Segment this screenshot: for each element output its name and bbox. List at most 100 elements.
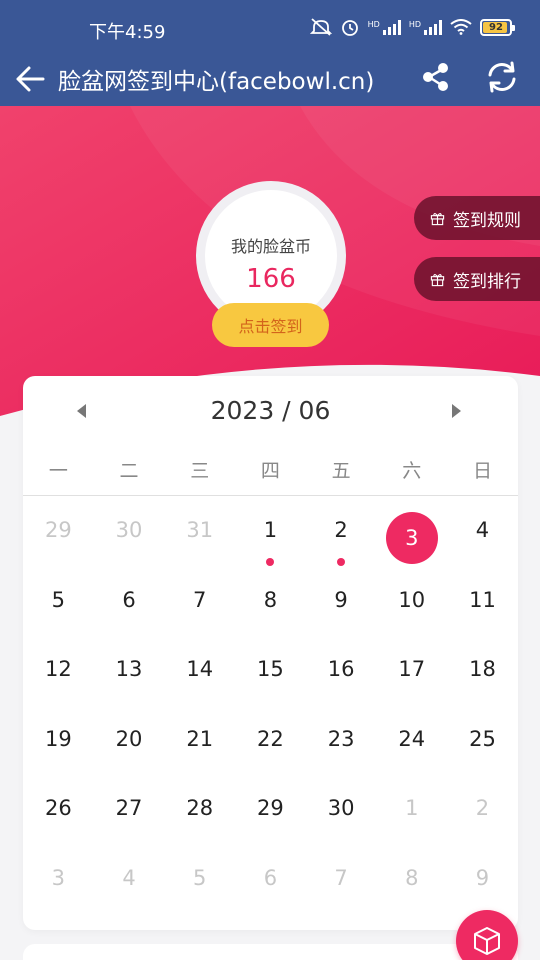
gift-icon	[430, 273, 445, 286]
weekday-label: 四	[260, 460, 280, 482]
calendar-day[interactable]: 6	[235, 854, 306, 924]
day-number: 24	[398, 726, 426, 751]
calendar-day[interactable]: 11	[447, 576, 518, 646]
day-number: 1	[263, 518, 278, 542]
day-number: 29	[257, 796, 284, 820]
day-number: 4	[122, 865, 136, 890]
day-number: 2	[475, 796, 490, 820]
page-title: 脸盆网签到中心(facebowl.cn)	[58, 69, 375, 95]
calendar-day[interactable]: 23	[306, 715, 377, 785]
day-number: 28	[186, 796, 214, 820]
calendar-day-today[interactable]: 3	[376, 506, 447, 576]
calendar-day[interactable]: 19	[23, 715, 94, 785]
calendar-day[interactable]: 2	[306, 506, 377, 576]
calendar-day[interactable]: 18	[447, 645, 518, 715]
day-number: 6	[263, 865, 278, 890]
day-number: 11	[469, 587, 496, 612]
calendar-day[interactable]: 10	[376, 576, 447, 646]
signal-hd-icon-2: HD	[409, 19, 442, 35]
calendar-day[interactable]: 30	[94, 506, 165, 576]
day-number: 6	[122, 587, 136, 612]
calendar-day[interactable]: 14	[164, 645, 235, 715]
calendar-day[interactable]: 12	[23, 645, 94, 715]
day-number: 2	[334, 518, 348, 542]
arrow-left-icon[interactable]	[12, 61, 48, 97]
calendar-day[interactable]: 31	[164, 506, 235, 576]
wifi-icon	[450, 19, 472, 35]
day-number: 26	[44, 796, 72, 820]
ranking-button[interactable]: 签到排行	[414, 257, 540, 301]
calendar-day[interactable]: 22	[235, 715, 306, 785]
refresh-icon[interactable]	[484, 59, 520, 95]
calendar-day[interactable]: 9	[306, 576, 377, 646]
calendar-day[interactable]: 28	[164, 784, 235, 854]
day-number: 31	[186, 518, 214, 542]
day-number: 10	[398, 587, 426, 612]
calendar-day[interactable]: 24	[376, 715, 447, 785]
day-number: 9	[475, 865, 490, 890]
weekday-label: 一	[48, 460, 68, 482]
calendar-day[interactable]: 5	[164, 854, 235, 924]
day-number: 5	[51, 587, 66, 612]
calendar-day[interactable]: 25	[447, 715, 518, 785]
calendar-day[interactable]: 20	[94, 715, 165, 785]
day-number: 5	[193, 865, 207, 890]
day-number: 25	[469, 726, 496, 751]
calendar-day[interactable]: 4	[94, 854, 165, 924]
weekday-label: 三	[190, 460, 210, 482]
cube-icon	[474, 927, 500, 955]
day-number: 16	[327, 657, 355, 681]
battery-icon: 92	[480, 18, 515, 36]
calendar-day[interactable]: 4	[447, 506, 518, 576]
day-number: 1	[405, 796, 419, 820]
calendar-card: 2023 / 06 一二三四五六日 29 30 31 1 2 3 4 5 6 7 8 9 10 11 12 1…	[23, 376, 518, 930]
day-number: 4	[475, 518, 490, 542]
alarm-icon	[341, 20, 358, 36]
rules-label: 签到规则	[453, 210, 521, 231]
status-icons: HD HD 92	[309, 18, 515, 36]
calendar-day[interactable]: 13	[94, 645, 165, 715]
calendar-day[interactable]: 1	[376, 784, 447, 854]
day-number: 13	[115, 657, 143, 681]
signed-in-dot	[266, 558, 275, 566]
calendar-day[interactable]: 7	[164, 576, 235, 646]
day-number: 3	[51, 865, 66, 890]
calendar-day[interactable]: 17	[376, 645, 447, 715]
calendar-day[interactable]: 16	[306, 645, 377, 715]
calendar-day[interactable]: 27	[94, 784, 165, 854]
day-number: 9	[334, 587, 348, 612]
rules-button[interactable]: 签到规则	[414, 196, 540, 240]
day-number: 8	[405, 865, 419, 890]
calendar-day[interactable]: 1	[235, 506, 306, 576]
calendar-day[interactable]: 2	[447, 784, 518, 854]
calendar-day[interactable]: 8	[235, 576, 306, 646]
calendar-day[interactable]: 21	[164, 715, 235, 785]
calendar-day[interactable]: 7	[306, 854, 377, 924]
calendar-day[interactable]: 29	[23, 506, 94, 576]
calendar-day[interactable]: 15	[235, 645, 306, 715]
signin-button[interactable]: 点击签到	[212, 303, 329, 347]
weekday-label: 六	[402, 460, 422, 482]
day-number: 3	[405, 526, 419, 550]
status-time: 下午4:59	[89, 22, 166, 43]
calendar-day[interactable]: 3	[23, 854, 94, 924]
navbar: 脸盆网签到中心(facebowl.cn)	[0, 56, 540, 106]
weekday-label: 日	[472, 460, 492, 482]
calendar-day[interactable]: 26	[23, 784, 94, 854]
next-month-icon[interactable]	[452, 404, 461, 418]
day-number: 8	[263, 587, 278, 612]
weekday-label: 五	[331, 460, 351, 482]
calendar-header: 2023 / 06	[23, 376, 518, 446]
day-number: 30	[115, 518, 143, 542]
coin-label: 我的脸盆币	[230, 237, 311, 256]
share-icon[interactable]	[418, 59, 454, 95]
calendar-day[interactable]: 5	[23, 576, 94, 646]
calendar-day[interactable]: 8	[376, 854, 447, 924]
day-number: 20	[115, 726, 143, 751]
calendar-grid: 29 30 31 1 2 3 4 5 6 7 8 9 10 11 12 13 14 15 16 17 18 19 20 21 2…	[23, 506, 518, 923]
calendar-day[interactable]: 30	[306, 784, 377, 854]
calendar-month: 2023 / 06	[210, 396, 331, 425]
calendar-day[interactable]: 29	[235, 784, 306, 854]
calendar-day[interactable]: 6	[94, 576, 165, 646]
weekday-row: 一二三四五六日	[23, 456, 518, 496]
